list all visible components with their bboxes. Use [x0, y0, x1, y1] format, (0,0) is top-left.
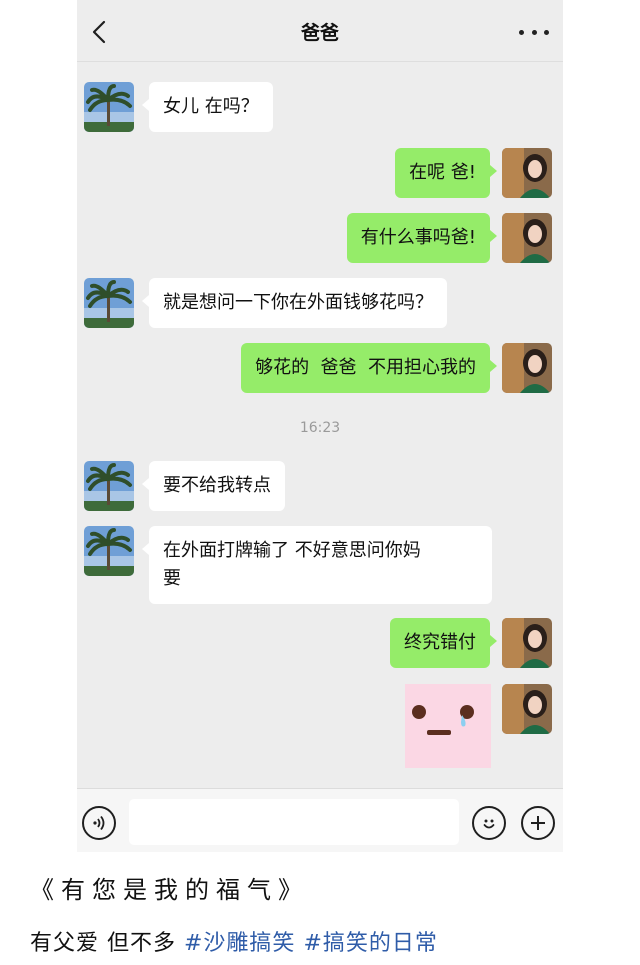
plus-button[interactable]: [521, 806, 555, 840]
father-avatar[interactable]: [84, 526, 134, 576]
more-dots-icon: [519, 29, 524, 35]
girl-photo-avatar-icon: [502, 213, 552, 263]
girl-photo-avatar-icon: [502, 684, 552, 734]
chat-window: 爸爸 女儿 在吗？ 在呢 爸! 有什么事吗爸! 就是想问一下你在外面钱够花吗？ …: [77, 0, 563, 852]
father-avatar[interactable]: [84, 82, 134, 132]
message-bubble-outgoing[interactable]: 有什么事吗爸!: [346, 213, 498, 263]
message-timestamp: 16:23: [299, 420, 341, 436]
message-input[interactable]: [129, 799, 459, 845]
girl-photo-avatar-icon: [502, 618, 552, 668]
palm-tree-avatar-icon: [84, 82, 134, 132]
daughter-avatar[interactable]: [502, 213, 552, 263]
palm-tree-avatar-icon: [84, 461, 134, 511]
emoji-icon: [483, 819, 495, 829]
sticker-message[interactable]: [405, 684, 491, 768]
voice-button[interactable]: [82, 806, 116, 840]
message-bubble-outgoing[interactable]: 够花的 爸爸 不用担心我的: [241, 343, 497, 393]
hashtag-link[interactable]: #沙雕搞笑: [184, 931, 295, 956]
girl-photo-avatar-icon: [502, 343, 552, 393]
message-bubble-incoming[interactable]: 就是想问一下你在外面钱够花吗？: [142, 278, 447, 328]
message-bubble-incoming[interactable]: 要不给我转点: [142, 461, 285, 511]
chat-input-bar: [77, 788, 563, 852]
message-bubble-incoming[interactable]: 在外面打牌输了 不好意思问你妈 要: [142, 526, 492, 604]
emoji-button[interactable]: [472, 806, 506, 840]
crying-face-sticker-icon: [412, 705, 474, 735]
father-avatar[interactable]: [84, 461, 134, 511]
father-avatar[interactable]: [84, 278, 134, 328]
post-caption-title: 《有您是我的福气》: [30, 876, 309, 904]
message-bubble-outgoing[interactable]: 在呢 爸!: [395, 148, 497, 198]
chat-title: 爸爸: [300, 22, 339, 44]
message-bubble-incoming[interactable]: 女儿 在吗？: [142, 82, 273, 132]
message-bubble-outgoing[interactable]: 终究错付: [390, 618, 497, 668]
palm-tree-avatar-icon: [84, 278, 134, 328]
daughter-avatar[interactable]: [502, 343, 552, 393]
daughter-avatar[interactable]: [502, 618, 552, 668]
daughter-avatar[interactable]: [502, 684, 552, 734]
chat-header: 爸爸: [77, 0, 563, 62]
plus-icon: [531, 816, 545, 830]
daughter-avatar[interactable]: [502, 148, 552, 198]
more-button[interactable]: [519, 22, 549, 42]
hashtag-link[interactable]: #搞笑的日常: [303, 931, 437, 956]
palm-tree-avatar-icon: [84, 526, 134, 576]
post-caption-text: 有父爱 但不多 #沙雕搞笑 #搞笑的日常: [30, 925, 438, 957]
caption-prefix: 有父爱 但不多: [30, 931, 184, 956]
girl-photo-avatar-icon: [502, 148, 552, 198]
voice-icon: [93, 815, 105, 831]
